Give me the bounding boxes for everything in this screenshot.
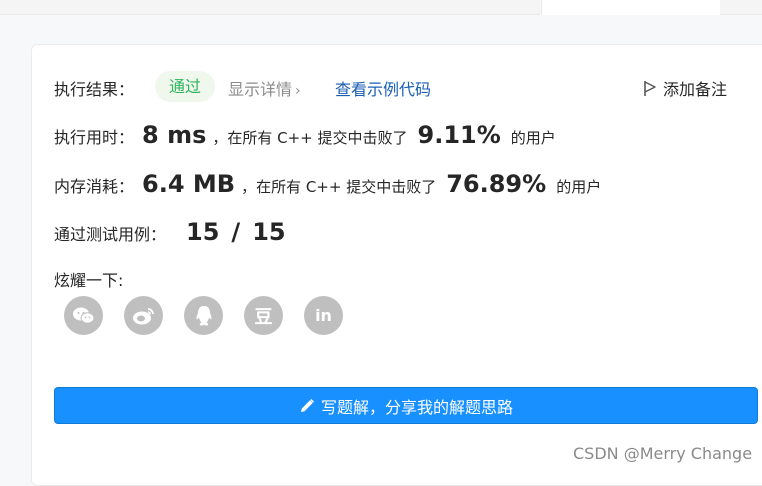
pencil-icon xyxy=(300,398,315,412)
memory-row: 内存消耗： 6.4 MB ，在所有 C++ 提交中击败了 76.89% 的用户 xyxy=(54,170,601,198)
share-label: 炫耀一下: xyxy=(54,271,124,290)
write-solution-button[interactable]: 写题解，分享我的解题思路 xyxy=(54,387,758,424)
write-solution-label: 写题解，分享我的解题思路 xyxy=(320,397,513,417)
linkedin-icon[interactable]: in xyxy=(304,296,343,335)
chevron-right-icon: › xyxy=(295,83,301,99)
test-cases-separator: / xyxy=(231,218,241,246)
weibo-icon[interactable] xyxy=(124,296,163,335)
wechat-icon[interactable] xyxy=(64,296,103,335)
runtime-value: 8 ms xyxy=(142,121,207,149)
test-cases-row: 通过测试用例： 15 / 15 xyxy=(54,218,286,246)
flag-icon xyxy=(644,80,656,96)
memory-beat-text: ，在所有 C++ 提交中击败了 xyxy=(241,178,437,196)
tab-inactive-right[interactable] xyxy=(720,0,762,15)
result-label: 执行结果： xyxy=(54,80,135,99)
add-note-button[interactable]: 添加备注 xyxy=(643,76,727,100)
test-cases-total: 15 xyxy=(252,218,286,246)
qq-icon[interactable] xyxy=(184,296,223,335)
test-cases-passed: 15 xyxy=(186,218,220,246)
watermark: CSDN @Merry Change xyxy=(573,444,753,463)
runtime-users-text: 的用户 xyxy=(510,129,556,147)
memory-value: 6.4 MB xyxy=(142,170,236,198)
runtime-label: 执行用时： xyxy=(54,128,135,147)
douban-icon[interactable]: 豆 xyxy=(244,296,283,335)
memory-users-text: 的用户 xyxy=(556,178,602,196)
share-icons: 豆 in xyxy=(64,296,364,335)
tab-bar xyxy=(0,0,762,15)
show-details-text: 显示详情 xyxy=(228,80,293,99)
runtime-beat-text: ，在所有 C++ 提交中击败了 xyxy=(212,129,408,147)
memory-label: 内存消耗： xyxy=(54,177,135,196)
show-details-link[interactable]: 显示详情 › xyxy=(228,76,301,100)
runtime-row: 执行用时： 8 ms ，在所有 C++ 提交中击败了 9.11% 的用户 xyxy=(54,121,556,149)
tab-active[interactable] xyxy=(541,0,721,15)
add-note-label: 添加备注 xyxy=(663,80,728,99)
tab-inactive-left[interactable] xyxy=(0,0,540,15)
memory-percent: 76.89% xyxy=(446,170,547,198)
runtime-percent: 9.11% xyxy=(417,121,501,149)
pass-status-badge: 通过 xyxy=(155,71,216,102)
view-example-code-link[interactable]: 查看示例代码 xyxy=(335,76,431,100)
test-cases-label: 通过测试用例： xyxy=(54,225,167,244)
